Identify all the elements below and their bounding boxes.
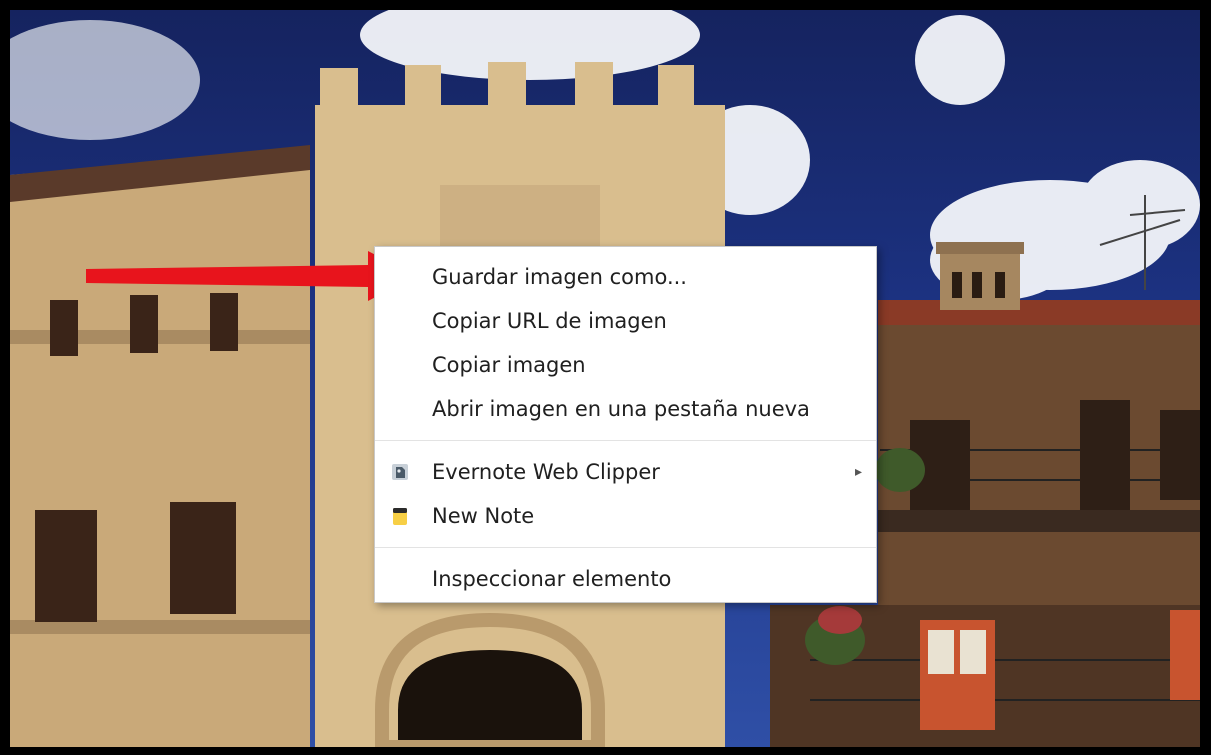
menu-item-evernote-web-clipper[interactable]: Evernote Web Clipper ▸ (375, 450, 876, 494)
red-arrow-annotation-icon (86, 251, 416, 301)
menu-item-copy-image[interactable]: Copiar imagen (375, 343, 876, 387)
menu-separator (375, 547, 876, 548)
menu-item-copy-image-url[interactable]: Copiar URL de imagen (375, 299, 876, 343)
menu-item-open-image-new-tab[interactable]: Abrir imagen en una pestaña nueva (375, 387, 876, 431)
menu-item-new-note[interactable]: New Note (375, 494, 876, 538)
menu-item-label: Evernote Web Clipper (432, 460, 660, 484)
red-arrow-shape (86, 251, 416, 301)
menu-item-label: New Note (432, 504, 535, 528)
notepad-icon (393, 508, 407, 525)
menu-item-label: Copiar imagen (432, 353, 586, 377)
menu-item-label: Guardar imagen como... (432, 265, 687, 289)
image-context-menu: Guardar imagen como... Copiar URL de ima… (374, 246, 877, 603)
menu-item-label: Abrir imagen en una pestaña nueva (432, 397, 810, 421)
submenu-arrow-icon: ▸ (854, 464, 862, 480)
menu-item-label: Inspeccionar elemento (432, 567, 672, 591)
menu-separator (375, 440, 876, 441)
menu-item-inspect-element[interactable]: Inspeccionar elemento (375, 557, 876, 601)
menu-item-label: Copiar URL de imagen (432, 309, 667, 333)
evernote-elephant-icon (392, 464, 408, 480)
menu-item-save-image-as[interactable]: Guardar imagen como... (375, 255, 876, 299)
